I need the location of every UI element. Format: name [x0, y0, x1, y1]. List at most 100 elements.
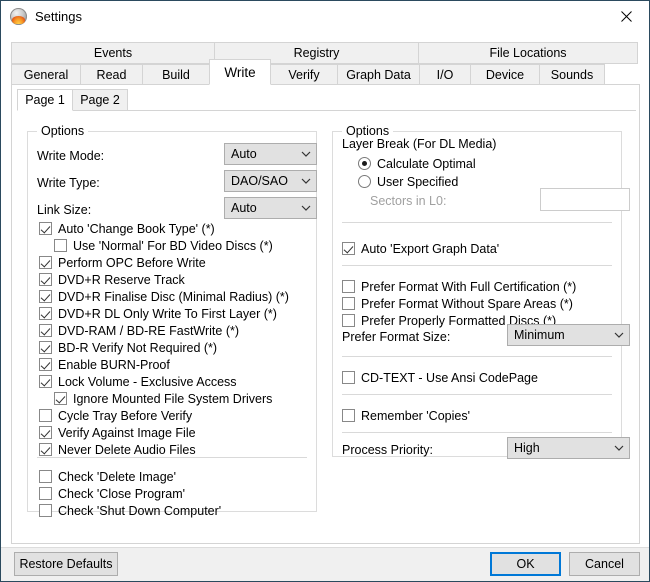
checkbox-box: [39, 487, 52, 500]
radio-box: [358, 175, 371, 188]
checkbox-label: DVD+R DL Only Write To First Layer (*): [58, 306, 277, 321]
checkbox-box: [39, 222, 52, 235]
checkbox-label: Verify Against Image File: [58, 425, 196, 440]
tab-label: Events: [93, 46, 133, 60]
checkbox-box: [39, 324, 52, 337]
left-options-title: Options: [37, 124, 89, 138]
sub-tab-strip: Page 1 Page 2: [17, 89, 636, 111]
checkbox-label: DVD+R Finalise Disc (Minimal Radius) (*): [58, 289, 289, 304]
write-mode-dropdown[interactable]: Auto: [224, 143, 317, 165]
checkbox-box: [39, 504, 52, 517]
checkbox-dvd-r-finalise-disc-minimal-radius[interactable]: DVD+R Finalise Disc (Minimal Radius) (*): [39, 288, 289, 305]
checkbox-lock-volume-exclusive-access[interactable]: Lock Volume - Exclusive Access: [39, 373, 237, 390]
write-mode-label: Write Mode:: [37, 149, 105, 163]
checkbox-perform-opc-before-write[interactable]: Perform OPC Before Write: [39, 254, 206, 271]
checkbox-cycle-tray-before-verify[interactable]: Cycle Tray Before Verify: [39, 407, 192, 424]
checkbox-verify-against-image-file[interactable]: Verify Against Image File: [39, 424, 196, 441]
checkbox-prefer-format-with-full-certification[interactable]: Prefer Format With Full Certification (*…: [342, 278, 576, 295]
write-type-label: Write Type:: [37, 176, 100, 190]
checkbox-label: CD-TEXT - Use Ansi CodePage: [361, 370, 538, 385]
tab-label: Graph Data: [346, 67, 411, 82]
tab-row-secondary: General Read Build Write Verify Graph Data I/O…: [11, 59, 640, 85]
checkbox-dvd-r-dl-only-write-to-first-layer[interactable]: DVD+R DL Only Write To First Layer (*): [39, 305, 277, 322]
write-type-dropdown[interactable]: DAO/SAO: [224, 170, 317, 192]
tab-graph-data[interactable]: Graph Data: [337, 64, 420, 85]
sub-tab-underline: [17, 110, 636, 111]
checkbox-enable-burn-proof[interactable]: Enable BURN-Proof: [39, 356, 170, 373]
sub-tab-page-2[interactable]: Page 2: [72, 89, 128, 111]
process-priority-label: Process Priority:: [342, 443, 433, 457]
tab-read[interactable]: Read: [80, 64, 143, 85]
layer-break-label: Layer Break (For DL Media): [342, 137, 497, 151]
auto-export-graph-data-checkbox[interactable]: Auto 'Export Graph Data': [342, 240, 499, 257]
sectors-in-l0-label: Sectors in L0:: [370, 194, 447, 208]
prefer-format-size-dropdown[interactable]: Minimum: [507, 324, 630, 346]
tab-write[interactable]: Write: [209, 59, 271, 85]
checkbox-never-delete-audio-files[interactable]: Never Delete Audio Files: [39, 441, 196, 458]
dropdown-value: High: [514, 441, 540, 455]
checkbox-box: [39, 256, 52, 269]
checkbox-label: Check 'Delete Image': [58, 469, 177, 484]
checkbox-box: [39, 375, 52, 388]
ok-button[interactable]: OK: [490, 552, 561, 576]
tab-label: Sounds: [550, 67, 594, 82]
cd-text-ansi-codepage-checkbox[interactable]: CD-TEXT - Use Ansi CodePage: [342, 369, 538, 386]
tab-general[interactable]: General: [11, 64, 81, 85]
checkbox-label: Check 'Close Program': [58, 486, 186, 501]
checkbox-bd-r-verify-not-required[interactable]: BD-R Verify Not Required (*): [39, 339, 217, 356]
tab-label: I/O: [436, 67, 454, 82]
tab-build[interactable]: Build: [142, 64, 210, 85]
tab-events[interactable]: Events: [11, 42, 215, 64]
checkbox-dvd-r-reserve-track[interactable]: DVD+R Reserve Track: [39, 271, 185, 288]
tab-label: Read: [96, 67, 127, 82]
process-priority-dropdown[interactable]: High: [507, 437, 630, 459]
sub-tab-label: Page 1: [25, 93, 65, 107]
tab-label: Registry: [293, 46, 340, 60]
tab-file-locations[interactable]: File Locations: [418, 42, 638, 64]
restore-defaults-button[interactable]: Restore Defaults: [14, 552, 118, 576]
checkbox-label: Enable BURN-Proof: [58, 357, 170, 372]
checkbox-ignore-mounted-file-system-drivers[interactable]: Ignore Mounted File System Drivers: [54, 390, 272, 407]
right-separator-4: [342, 394, 612, 395]
tab-i-o[interactable]: I/O: [419, 64, 471, 85]
checkbox-label: Ignore Mounted File System Drivers: [73, 391, 273, 406]
chevron-down-icon: [296, 178, 316, 184]
dropdown-value: DAO/SAO: [231, 174, 288, 188]
checkbox-label: Prefer Format With Full Certification (*…: [361, 279, 577, 294]
checkbox-box: [342, 280, 355, 293]
checkbox-check-close-program[interactable]: Check 'Close Program': [39, 485, 185, 502]
checkbox-check-delete-image[interactable]: Check 'Delete Image': [39, 468, 176, 485]
close-icon[interactable]: [604, 1, 649, 31]
radio-label: User Specified: [377, 174, 459, 189]
radio-label: Calculate Optimal: [377, 156, 476, 171]
checkbox-prefer-format-without-spare-areas[interactable]: Prefer Format Without Spare Areas (*): [342, 295, 573, 312]
sub-tab-page-1[interactable]: Page 1: [17, 89, 73, 111]
sectors-in-l0-input[interactable]: [540, 188, 630, 211]
tab-label: File Locations: [489, 46, 567, 60]
link-size-dropdown[interactable]: Auto: [224, 197, 317, 219]
checkbox-box: [39, 290, 52, 303]
checkbox-check-shut-down-computer[interactable]: Check 'Shut Down Computer': [39, 502, 221, 519]
tab-device[interactable]: Device: [470, 64, 540, 85]
tab-strip: Events Registry File Locations General Read…: [11, 42, 640, 85]
tab-label: General: [23, 67, 69, 82]
checkbox-use-normal-for-bd-video-discs[interactable]: Use 'Normal' For BD Video Discs (*): [54, 237, 273, 254]
left-separator: [37, 457, 307, 458]
checkbox-dvd-ram-bd-re-fastwrite[interactable]: DVD-RAM / BD-RE FastWrite (*): [39, 322, 239, 339]
remember-copies-checkbox[interactable]: Remember 'Copies': [342, 407, 470, 424]
tab-sounds[interactable]: Sounds: [539, 64, 605, 85]
tab-verify[interactable]: Verify: [270, 64, 338, 85]
dropdown-value: Minimum: [514, 328, 565, 342]
radio-calculate-optimal[interactable]: Calculate Optimal: [358, 155, 476, 172]
prefer-format-size-label: Prefer Format Size:: [342, 330, 451, 344]
checkbox-box: [342, 409, 355, 422]
cancel-button[interactable]: Cancel: [569, 552, 640, 576]
tab-label: Write: [224, 64, 256, 80]
checkbox-box: [39, 409, 52, 422]
checkbox-auto-change-book-type[interactable]: Auto 'Change Book Type' (*): [39, 220, 215, 237]
checkbox-label: Cycle Tray Before Verify: [58, 408, 193, 423]
radio-user-specified[interactable]: User Specified: [358, 173, 458, 190]
checkbox-label: Auto 'Export Graph Data': [361, 241, 500, 256]
checkbox-label: Lock Volume - Exclusive Access: [58, 374, 237, 389]
checkbox-label: DVD+R Reserve Track: [58, 272, 185, 287]
